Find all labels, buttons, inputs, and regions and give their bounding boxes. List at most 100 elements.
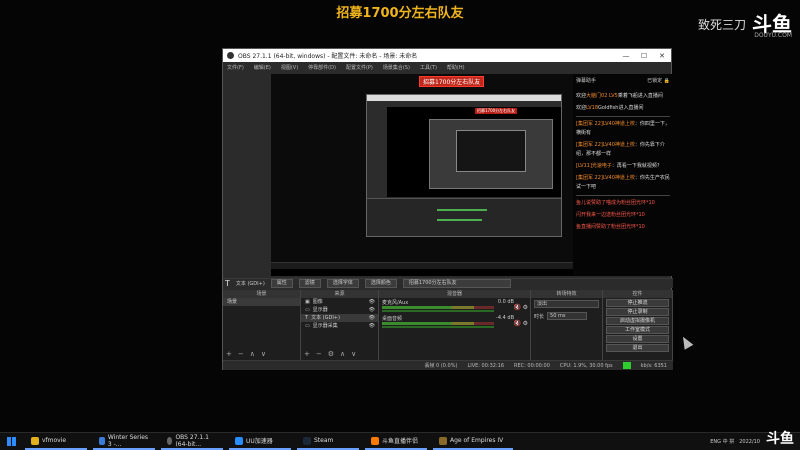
gift-message: 鱼直播间赞助了粉丝团光环*10 (576, 224, 645, 230)
menu-view[interactable]: 视图(V) (281, 64, 298, 71)
nested-obs-preview: 招募1700分左右队友 (387, 107, 561, 197)
filters-button[interactable]: 滤镜 (298, 279, 321, 288)
nested-obs-docks (367, 198, 561, 236)
stop-recording-button[interactable]: 停止录制 (606, 308, 669, 316)
menu-file[interactable]: 文件(F) (227, 64, 244, 71)
virtual-camera-button[interactable]: 启动虚拟摄像机 (606, 317, 669, 325)
eye-icon: 👁 (368, 315, 375, 321)
obs-menubar: 文件(F) 编辑(E) 视图(V) 停靠部件(D) 配置文件(P) 场景集合(S… (223, 62, 671, 72)
selected-source-name: 文本 (GDI+) (235, 281, 265, 287)
preview-text-source[interactable]: 招募1700分左右队友 (419, 76, 485, 87)
controls-header: 控件 (603, 290, 673, 298)
menu-docks[interactable]: 停靠部件(D) (308, 64, 336, 71)
taskbar-item-vfmovie[interactable]: vfmovie (25, 434, 87, 450)
mixer-channel: 桌面音频 -4.4 dB 🔇 ⚙ (379, 314, 530, 330)
source-toolbar: T 文本 (GDI+) 属性 滤镜 选择字体 选择颜色 招募1700分左右队友 (223, 278, 673, 288)
uu-icon (235, 436, 243, 445)
source-item[interactable]: T 文本 (GDI+) 👁 (301, 314, 378, 322)
controls-dock: 停止推流 停止录制 启动虚拟摄像机 工作室模式 设置 退出 (603, 298, 673, 360)
close-button[interactable]: ✕ (653, 52, 671, 60)
dropped-frames: 丢帧 0 (0.0%) (424, 363, 458, 369)
settings-button[interactable]: 设置 (606, 335, 669, 343)
menu-profile[interactable]: 配置文件(P) (346, 64, 373, 71)
volume-meter (382, 306, 494, 309)
live-time: LIVE: 00:32:16 (467, 362, 505, 369)
scenes-footer: + − ∧ ∨ (226, 350, 266, 358)
douyu-icon (371, 436, 379, 445)
douyu-watermark: 斗鱼 (766, 431, 794, 447)
brand-area: 致死三刀 斗鱼 (698, 14, 792, 34)
sources-header: 来源 (301, 290, 379, 298)
chat-message: 欢迎大脑门02 LV5乘着飞船进入直播间 (576, 93, 663, 99)
exit-button[interactable]: 退出 (606, 344, 669, 352)
select-font-button[interactable]: 选择字体 (326, 279, 359, 288)
chat-message: [集团军 22]LV40神道上校：你四里一下，横街有 (576, 121, 670, 136)
obs-preview[interactable]: 招募1700分左右队友 招募1700分左右队友 弹幕助手 已锁定 🔒 欢迎大脑门… (271, 74, 673, 276)
transitions-dock: 淡出 时长 50 ms (531, 298, 603, 360)
status-bar: 丢帧 0 (0.0%) LIVE: 00:32:16 REC: 00:00:00… (223, 360, 673, 370)
taskbar-item-uu[interactable]: UU加速器 (229, 434, 291, 450)
add-scene-icon[interactable]: + (226, 350, 232, 358)
add-source-icon[interactable]: + (304, 350, 310, 358)
duration-field[interactable]: 50 ms (547, 312, 588, 320)
stop-streaming-button[interactable]: 停止推流 (606, 299, 669, 307)
text-source-icon: T (225, 279, 230, 288)
remove-source-icon[interactable]: − (316, 350, 322, 358)
volume-meter (382, 322, 494, 325)
taskbar-item-douyu[interactable]: 斗鱼直播伴侣 (365, 434, 427, 450)
chat-message: [集团军 22]LV40神道上校：你先生产农民试一下吧 (576, 175, 670, 190)
sources-dock: ▣ 图像 👁 ▭ 显示器 👁 T 文本 (GDI+) 👁 ▭ 显示器采集 👁 + − ⚙ ∧ ∨ (301, 298, 379, 360)
nested-mini-window (456, 130, 526, 172)
volume-slider[interactable] (382, 326, 494, 328)
mouse-cursor (678, 334, 694, 350)
source-item[interactable]: ▭ 显示器采集 👁 (301, 322, 378, 330)
menu-edit[interactable]: 编辑(E) (254, 64, 271, 71)
mute-icon[interactable]: 🔇 (514, 304, 521, 311)
move-up-icon[interactable]: ∧ (250, 350, 255, 358)
clock[interactable]: 2022/10 (739, 439, 760, 445)
volume-slider[interactable] (382, 310, 494, 312)
move-up-icon[interactable]: ∧ (340, 350, 345, 358)
rec-time: REC: 00:00:00 (514, 362, 550, 369)
sources-footer: + − ⚙ ∧ ∨ (304, 350, 356, 358)
maximize-button[interactable]: ☐ (635, 52, 653, 60)
text-icon: T (305, 315, 309, 321)
taskbar-item-obs[interactable]: OBS 27.1.1 (64-bit... (161, 434, 223, 450)
docks-area: 场景 + − ∧ ∨ ▣ 图像 👁 ▭ 显示器 👁 T 文本 (GDI+) 👁 ▭ 显示器采集… (223, 298, 673, 360)
windows-logo-icon (6, 437, 16, 446)
move-down-icon[interactable]: ∨ (261, 350, 266, 358)
menu-help[interactable]: 帮助(H) (447, 64, 465, 71)
select-color-button[interactable]: 选择颜色 (364, 279, 397, 288)
text-value-field[interactable]: 招募1700分左右队友 (402, 279, 511, 288)
transition-select[interactable]: 淡出 (534, 300, 599, 308)
move-down-icon[interactable]: ∨ (351, 350, 356, 358)
remove-scene-icon[interactable]: − (238, 350, 244, 358)
lock-icon: 🔒 (663, 78, 670, 84)
taskbar-item-steam[interactable]: Steam (297, 434, 359, 450)
source-item[interactable]: ▭ 显示器 👁 (301, 306, 378, 314)
tray-icons[interactable]: ENG 中 拼 (710, 438, 734, 445)
gear-icon[interactable]: ⚙ (328, 350, 334, 358)
taskbar-item-winter-series[interactable]: Winter Series 3 -... (93, 434, 155, 450)
source-item[interactable]: ▣ 图像 👁 (301, 298, 378, 306)
taskbar-item-aoe4[interactable]: Age of Empires IV (433, 434, 513, 450)
chat-message: [集团军 22]LV40神道上校：你先靠下介绍，那不都一样 (576, 142, 665, 157)
aoe-icon (439, 436, 447, 445)
menu-scene-collection[interactable]: 场景集合(S) (383, 64, 410, 71)
minimize-button[interactable]: — (617, 52, 635, 60)
scene-item[interactable]: 场景 (223, 298, 300, 306)
start-button[interactable] (3, 434, 19, 450)
bitrate: kb/s: 6351 (640, 362, 667, 369)
properties-button[interactable]: 属性 (270, 279, 293, 288)
menu-tools[interactable]: 工具(T) (420, 64, 437, 71)
gear-icon[interactable]: ⚙ (523, 304, 528, 311)
gear-icon[interactable]: ⚙ (523, 320, 528, 327)
stream-screen: 招募1700分左右队友 致死三刀 斗鱼 DOUYU.COM OBS 27.1.1… (0, 0, 800, 450)
obs-window: OBS 27.1.1 (64-bit, windows) - 配置文件: 未命名… (222, 48, 673, 370)
browser-icon (99, 436, 105, 445)
cpu-usage: CPU: 1.9%, 30.00 fps (559, 362, 613, 369)
mute-icon[interactable]: 🔇 (514, 320, 521, 327)
channel-level: -4.4 dB (496, 315, 514, 321)
studio-mode-button[interactable]: 工作室模式 (606, 326, 669, 334)
scenes-header: 场景 (223, 290, 301, 298)
